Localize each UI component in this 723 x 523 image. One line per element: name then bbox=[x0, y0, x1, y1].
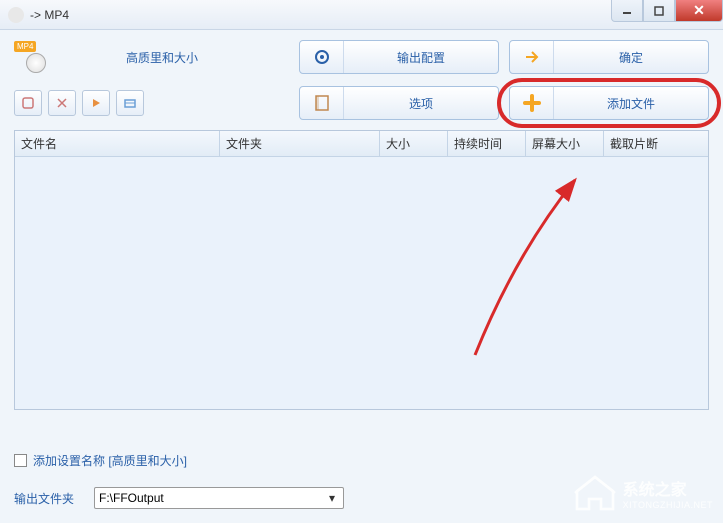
titlebar: -> MP4 ✕ bbox=[0, 0, 723, 30]
window-title: -> MP4 bbox=[30, 8, 69, 22]
file-table: 文件名 文件夹 大小 持续时间 屏幕大小 截取片断 bbox=[14, 130, 709, 410]
maximize-button[interactable] bbox=[643, 0, 675, 22]
film-icon bbox=[300, 87, 344, 119]
output-config-button[interactable]: 输出配置 bbox=[299, 40, 499, 74]
toolbar-btn-play[interactable] bbox=[82, 90, 110, 116]
confirm-button[interactable]: 确定 bbox=[509, 40, 709, 74]
th-filename[interactable]: 文件名 bbox=[15, 131, 220, 156]
add-file-button[interactable]: 添加文件 bbox=[509, 86, 709, 120]
minimize-button[interactable] bbox=[611, 0, 643, 22]
toolbar-btn-4[interactable] bbox=[116, 90, 144, 116]
chevron-down-icon: ▾ bbox=[325, 491, 339, 505]
arrow-right-icon bbox=[510, 41, 554, 73]
output-folder-label: 输出文件夹 bbox=[14, 490, 74, 507]
plus-icon bbox=[510, 87, 554, 119]
format-icon: MP4 bbox=[14, 41, 46, 73]
quality-label: 高质里和大小 bbox=[126, 49, 198, 66]
th-duration[interactable]: 持续时间 bbox=[448, 131, 526, 156]
add-settings-checkbox[interactable] bbox=[14, 454, 27, 467]
house-icon bbox=[573, 473, 617, 513]
toolbar-btn-2[interactable] bbox=[48, 90, 76, 116]
table-body[interactable] bbox=[15, 157, 708, 415]
watermark: 系统之家 XITONGZHIJIA.NET bbox=[573, 473, 713, 513]
checkbox-label: 添加设置名称 [高质里和大小] bbox=[33, 452, 187, 469]
th-clip[interactable]: 截取片断 bbox=[604, 131, 708, 156]
toolbar-btn-1[interactable] bbox=[14, 90, 42, 116]
gear-icon bbox=[300, 41, 344, 73]
th-folder[interactable]: 文件夹 bbox=[220, 131, 380, 156]
close-button[interactable]: ✕ bbox=[675, 0, 723, 22]
options-button[interactable]: 选项 bbox=[299, 86, 499, 120]
table-header: 文件名 文件夹 大小 持续时间 屏幕大小 截取片断 bbox=[15, 131, 708, 157]
output-folder-combo[interactable]: F:\FFOutput ▾ bbox=[94, 487, 344, 509]
app-icon bbox=[8, 7, 24, 23]
th-size[interactable]: 大小 bbox=[380, 131, 448, 156]
th-screensize[interactable]: 屏幕大小 bbox=[526, 131, 604, 156]
